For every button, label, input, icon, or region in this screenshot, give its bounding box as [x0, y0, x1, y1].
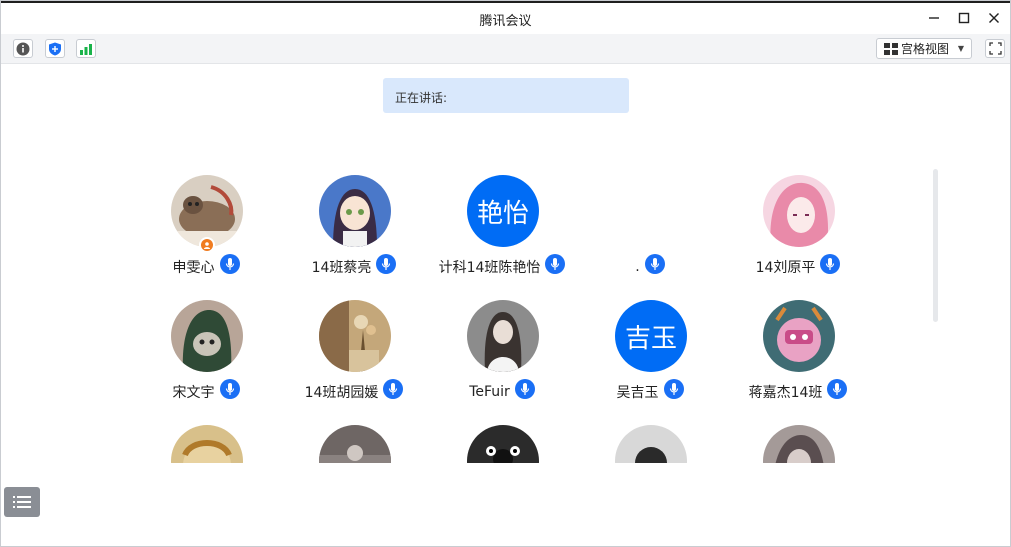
- grid-scrollbar[interactable]: [933, 169, 938, 322]
- microphone-icon: [663, 379, 684, 399]
- list-icon: [13, 496, 31, 508]
- participant-tile[interactable]: 吉玉 吴吉玉: [576, 291, 724, 416]
- signal-icon: [80, 43, 92, 55]
- view-mode-label: 宫格视图: [901, 42, 950, 56]
- participant-name: 宋文宇: [172, 385, 215, 401]
- participant-tile[interactable]: 艳怡 计科14班陈艳怡: [428, 166, 576, 291]
- avatar: [319, 300, 391, 372]
- close-button[interactable]: [984, 8, 1004, 28]
- meeting-info-button[interactable]: [13, 39, 33, 58]
- participant-name-row: 计科14班陈艳怡: [428, 254, 576, 278]
- participant-tile[interactable]: [724, 416, 872, 463]
- chevron-down-icon: ▼: [957, 44, 964, 53]
- speaking-label: 正在讲话:: [395, 91, 448, 105]
- participant-name: 14班胡园媛: [304, 385, 379, 401]
- participant-name: 14刘原平: [755, 260, 816, 276]
- avatar: [615, 425, 687, 463]
- participant-name: .: [635, 259, 640, 275]
- participant-name-row: .: [576, 254, 724, 278]
- view-mode-dropdown[interactable]: 宫格视图 ▼: [876, 38, 972, 59]
- participant-name: 蒋嘉杰14班: [748, 385, 823, 401]
- participant-name-row: 吴吉玉: [576, 379, 724, 403]
- maximize-button[interactable]: [954, 8, 974, 28]
- participant-name: 计科14班陈艳怡: [438, 260, 541, 276]
- minimize-button[interactable]: [924, 8, 944, 28]
- speaking-indicator: 正在讲话:: [383, 78, 629, 113]
- participant-tile[interactable]: 宋文宇: [132, 291, 280, 416]
- microphone-icon: [644, 254, 665, 274]
- participant-tile[interactable]: 蒋嘉杰14班: [724, 291, 872, 416]
- participant-name-row: 宋文宇: [132, 379, 280, 403]
- participant-tile[interactable]: 14班胡园媛: [280, 291, 428, 416]
- participant-name-row: 蒋嘉杰14班: [724, 379, 872, 403]
- participant-tile[interactable]: .: [576, 166, 724, 291]
- participant-tile[interactable]: [280, 416, 428, 463]
- network-status-button[interactable]: [76, 39, 96, 58]
- close-icon: [989, 13, 999, 23]
- fullscreen-icon: [988, 42, 1002, 55]
- minimize-icon: [929, 17, 939, 19]
- participant-name: 吴吉玉: [616, 385, 659, 401]
- avatar: 吉玉: [615, 300, 687, 372]
- participant-name-row: 14班胡园媛: [280, 379, 428, 403]
- shield-icon: [49, 42, 61, 55]
- avatar: [319, 175, 391, 247]
- microphone-icon: [545, 254, 566, 274]
- microphone-icon: [383, 379, 404, 399]
- participant-name: 14班蔡亮: [311, 260, 372, 276]
- microphone-icon: [219, 379, 240, 399]
- microphone-icon: [219, 254, 240, 274]
- participant-tile[interactable]: [428, 416, 576, 463]
- avatar: [171, 425, 243, 463]
- info-icon: [16, 42, 30, 55]
- participant-tile[interactable]: TeFuir: [428, 291, 576, 416]
- avatar: [763, 300, 835, 372]
- participant-grid: 申雯心 14班蔡亮 艳怡 计科14班陈艳怡 . 14刘原平 宋文宇 14班胡园媛…: [1, 166, 1010, 463]
- participant-list-button[interactable]: [4, 487, 40, 517]
- participant-tile[interactable]: [576, 416, 724, 463]
- host-icon: [201, 239, 213, 251]
- participant-name-row: 14刘原平: [724, 254, 872, 278]
- microphone-icon: [820, 254, 841, 274]
- fullscreen-button[interactable]: [985, 39, 1005, 58]
- window-title: 腾讯会议: [479, 14, 532, 29]
- avatar: [763, 175, 835, 247]
- grid-view-icon: [884, 42, 898, 55]
- avatar: [319, 425, 391, 463]
- participant-name-row: TeFuir: [428, 379, 576, 403]
- participant-tile[interactable]: 14班蔡亮: [280, 166, 428, 291]
- avatar: [467, 425, 539, 463]
- avatar: [467, 300, 539, 372]
- participant-name: TeFuir: [469, 384, 510, 400]
- meeting-window: 腾讯会议 宫格视图 ▼ 正在讲话: 申雯心 14班蔡亮 艳怡 计科14班陈艳怡 …: [0, 0, 1011, 547]
- participant-tile[interactable]: 14刘原平: [724, 166, 872, 291]
- host-badge: [199, 237, 215, 253]
- avatar: [763, 425, 835, 463]
- participant-tile[interactable]: 申雯心: [132, 166, 280, 291]
- title-bar: 腾讯会议: [1, 1, 1010, 34]
- microphone-icon: [514, 379, 535, 399]
- maximize-icon: [958, 12, 970, 24]
- microphone-icon: [376, 254, 397, 274]
- toolbar: 宫格视图 ▼: [1, 34, 1010, 64]
- microphone-icon: [827, 379, 848, 399]
- avatar: [171, 300, 243, 372]
- participant-name-row: 14班蔡亮: [280, 254, 428, 278]
- avatar: 艳怡: [467, 175, 539, 247]
- participant-tile[interactable]: [132, 416, 280, 463]
- security-button[interactable]: [45, 39, 65, 58]
- participant-name: 申雯心: [172, 260, 215, 276]
- participant-name-row: 申雯心: [132, 254, 280, 278]
